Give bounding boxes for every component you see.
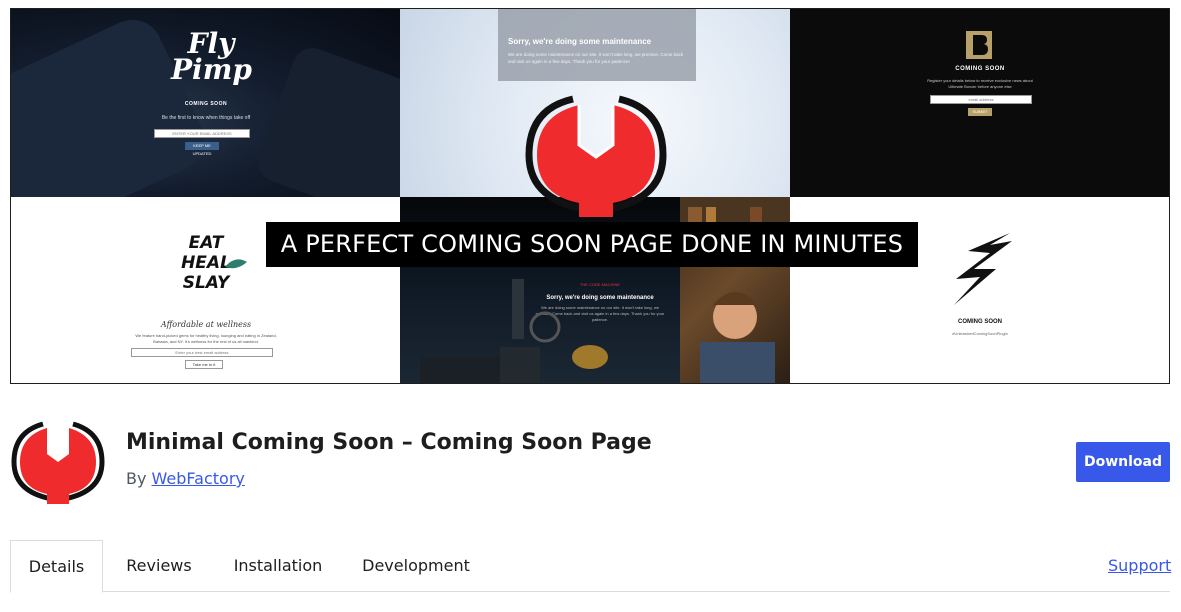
lightning-logo-icon <box>954 233 1012 305</box>
fly-pimp-tagline: Be the first to know when things take of… <box>161 115 251 121</box>
plugin-icon <box>11 421 105 504</box>
plugin-title: Minimal Coming Soon – Coming Soon Page <box>126 430 652 455</box>
tab-reviews[interactable]: Reviews <box>116 540 202 592</box>
b-logo-email-input: email address <box>930 95 1032 104</box>
eat-heal-slay-email-input: Enter your best email address <box>131 348 273 357</box>
b-logo-text: Register your details below to receive e… <box>927 78 1033 89</box>
b-logo-coming-soon: COMING SOON <box>955 66 1005 72</box>
by-label: By <box>126 469 147 488</box>
plugin-banner: Fly Pimp COMING SOON Be the first to kno… <box>10 8 1170 384</box>
support-link[interactable]: Support <box>1108 556 1171 575</box>
tab-details[interactable]: Details <box>10 540 103 593</box>
fly-pimp-logo: Fly Pimp <box>171 27 252 86</box>
eat-heal-slay-text: We feature hand-picked gems for healthy … <box>135 333 277 344</box>
eat-heal-slay-button: Take me to it <box>185 360 223 369</box>
maintenance-box: Sorry, we're doing some maintenance We a… <box>498 9 696 81</box>
lightning-coming-soon: COMING SOON <box>957 319 1002 325</box>
fly-pimp-button: KEEP ME UPDATED <box>185 142 219 156</box>
plugin-tabs: Details Reviews Installation Development <box>10 540 1170 593</box>
fly-pimp-coming-soon: COMING SOON <box>184 101 228 107</box>
leaf-icon <box>225 259 247 269</box>
banner-tile-fly-pimp: Fly Pimp COMING SOON Be the first to kno… <box>11 9 400 197</box>
download-button[interactable]: Download <box>1076 442 1170 482</box>
eat-heal-slay-subtitle: Affordable at wellness <box>160 320 252 329</box>
maintenance-text: We are doing some maintenance on our sit… <box>508 52 684 64</box>
b-logo-icon <box>966 31 992 59</box>
minimal-coming-soon-logo-icon <box>525 95 667 217</box>
maintenance-title: Sorry, we're doing some maintenance <box>508 37 652 46</box>
tab-development[interactable]: Development <box>354 540 478 592</box>
banner-headline: A PERFECT COMING SOON PAGE DONE IN MINUT… <box>266 222 918 267</box>
author-link[interactable]: WebFactory <box>152 469 245 488</box>
plugin-byline: By WebFactory <box>126 469 245 488</box>
banner-tile-b-logo: COMING SOON Register your details below … <box>790 9 1169 197</box>
lightning-hashtag: #UnleashedComingSoonPlugin <box>952 331 1008 336</box>
tab-installation[interactable]: Installation <box>226 540 330 592</box>
fly-pimp-email-input: ENTER YOUR EMAIL ADDRESS <box>154 129 250 138</box>
b-logo-button: SUBMIT <box>968 108 992 116</box>
